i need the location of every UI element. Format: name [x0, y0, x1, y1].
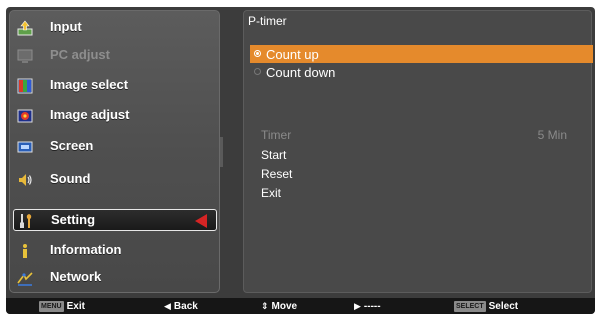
sound-icon: [17, 172, 33, 188]
menu-key-icon: MENU: [39, 300, 64, 312]
menu-item-label: Image select: [50, 77, 129, 92]
menu-item-pc-adjust[interactable]: PC adjust: [10, 42, 221, 70]
help-move-label: Move: [271, 300, 298, 312]
submenu-panel: P-timer Count up Count down Timer 5 Min …: [243, 10, 593, 293]
help-move: ⇕ Move: [261, 300, 297, 312]
panel-divider: [220, 137, 223, 167]
menu-item-label: Screen: [50, 138, 94, 153]
select-key-icon: SELECT: [454, 300, 486, 312]
information-icon: [17, 243, 33, 259]
help-exit-label: Exit: [66, 300, 85, 312]
radio-unselected-icon: [254, 68, 261, 75]
submenu-title: P-timer: [248, 14, 287, 28]
menu-item-image-adjust[interactable]: Image adjust: [10, 102, 221, 130]
back-arrow-icon: ◀: [164, 300, 171, 311]
help-bar: MENU Exit ◀ Back ⇕ Move ▶ ----- SELECT S…: [6, 298, 595, 314]
pc-adjust-icon: [17, 48, 33, 64]
menu-item-label: PC adjust: [50, 47, 110, 62]
right-arrow-icon: ▶: [354, 300, 361, 311]
menu-item-network[interactable]: Network: [10, 264, 221, 292]
radio-selected-icon: [254, 50, 261, 57]
option-count-down[interactable]: Count down: [250, 63, 593, 81]
main-menu: Input PC adjust Image select Image adjus…: [9, 10, 220, 293]
image-adjust-icon: [17, 108, 33, 124]
help-exit: MENU Exit: [39, 300, 85, 312]
action-exit[interactable]: Exit: [261, 186, 281, 200]
menu-item-setting[interactable]: Setting: [13, 209, 217, 231]
menu-item-image-select[interactable]: Image select: [10, 72, 221, 100]
help-next: ▶ -----: [354, 300, 381, 312]
help-select: SELECT Select: [454, 300, 518, 312]
menu-item-label: Setting: [51, 212, 96, 227]
menu-item-label: Network: [50, 269, 102, 284]
menu-item-sound[interactable]: Sound: [10, 166, 221, 194]
setting-icon: [18, 213, 34, 229]
help-next-label: -----: [363, 300, 381, 312]
help-back: ◀ Back: [164, 300, 198, 312]
selection-arrow-icon: [195, 214, 207, 228]
projector-osd: Input PC adjust Image select Image adjus…: [6, 7, 595, 314]
timer-label: Timer: [261, 128, 292, 142]
input-icon: [17, 20, 33, 36]
menu-item-input[interactable]: Input: [10, 14, 221, 42]
option-label: Count up: [266, 47, 319, 62]
screen-icon: [17, 139, 33, 155]
up-down-arrow-icon: ⇕: [261, 300, 269, 311]
menu-item-label: Sound: [50, 171, 91, 186]
menu-item-label: Input: [50, 19, 82, 34]
menu-item-label: Image adjust: [50, 107, 130, 122]
network-icon: [17, 270, 33, 286]
help-select-label: Select: [488, 300, 519, 312]
action-start[interactable]: Start: [261, 148, 286, 162]
menu-item-label: Information: [50, 242, 122, 257]
help-back-label: Back: [173, 300, 198, 312]
option-count-up[interactable]: Count up: [250, 45, 593, 63]
image-select-icon: [17, 78, 33, 94]
action-reset[interactable]: Reset: [261, 167, 292, 181]
timer-value: 5 Min: [537, 128, 567, 142]
menu-item-information[interactable]: Information: [10, 237, 221, 265]
menu-item-screen[interactable]: Screen: [10, 133, 221, 161]
option-label: Count down: [266, 65, 336, 80]
